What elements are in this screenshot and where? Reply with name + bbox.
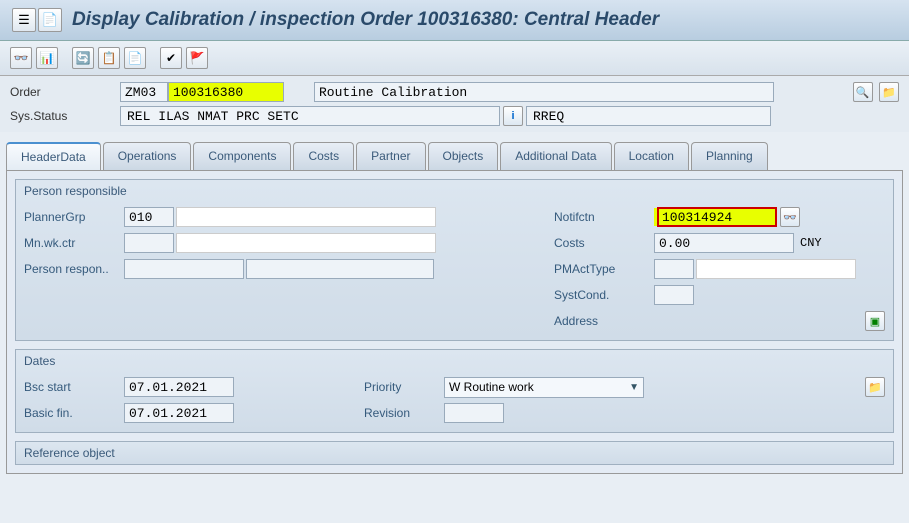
address-label: Address	[554, 314, 654, 328]
pmact-desc-redacted	[696, 259, 856, 279]
bscstart-field[interactable]	[124, 377, 234, 397]
mnwkctr-label: Mn.wk.ctr	[24, 236, 124, 250]
dates-folder-icon[interactable]: 📁	[865, 377, 885, 397]
tab-components[interactable]: Components	[193, 142, 291, 170]
priority-value: W Routine work	[449, 380, 534, 394]
notif-label: Notifctn	[554, 210, 654, 224]
mnwkctr-field[interactable]	[124, 233, 174, 253]
tab-objects[interactable]: Objects	[428, 142, 499, 170]
pmact-field[interactable]	[654, 259, 694, 279]
priority-select[interactable]: W Routine work ▼	[444, 377, 644, 398]
tab-partner[interactable]: Partner	[356, 142, 425, 170]
plannergrp-desc-redacted	[176, 207, 436, 227]
tab-strip: HeaderData Operations Components Costs P…	[0, 132, 909, 170]
priority-label: Priority	[364, 380, 444, 394]
tb-doc-icon[interactable]: 📄	[124, 47, 146, 69]
plannergrp-field[interactable]	[124, 207, 174, 227]
info-icon[interactable]: i	[503, 106, 523, 126]
group-person-responsible: Person responsible PlannerGrp Mn.wk.ctr …	[15, 179, 894, 341]
status1-field: REL ILAS NMAT PRC SETC	[120, 106, 500, 126]
order-label: Order	[10, 85, 120, 99]
folder-icon[interactable]: 📁	[879, 82, 899, 102]
status2-field	[526, 106, 771, 126]
bscstart-label: Bsc start	[24, 380, 124, 394]
basicfin-field[interactable]	[124, 403, 234, 423]
order-number-field[interactable]	[168, 82, 284, 102]
chevron-down-icon: ▼	[629, 382, 639, 393]
group-dates: Dates Bsc start Basic fin. Priority W Ro…	[15, 349, 894, 433]
costs-currency: CNY	[800, 236, 822, 250]
tb-display-icon[interactable]: 👓	[10, 47, 32, 69]
page-title: Display Calibration / inspection Order 1…	[72, 9, 659, 31]
address-create-icon[interactable]: ▣	[865, 311, 885, 331]
glasses-icon[interactable]: 👓	[780, 207, 800, 227]
doc-icon[interactable]: 📄	[38, 8, 62, 32]
group-title-person: Person responsible	[16, 180, 893, 202]
basicfin-label: Basic fin.	[24, 406, 124, 420]
status-label: Sys.Status	[10, 109, 120, 123]
menu-icon[interactable]: ☰	[12, 8, 36, 32]
mnwkctr-desc-redacted	[176, 233, 436, 253]
tb-refresh-icon[interactable]: 🔄	[72, 47, 94, 69]
tab-operations[interactable]: Operations	[103, 142, 192, 170]
plannergrp-label: PlannerGrp	[24, 210, 124, 224]
order-type-field[interactable]	[120, 82, 168, 102]
personresp-desc-field[interactable]	[246, 259, 434, 279]
personresp-label: Person respon..	[24, 262, 124, 276]
group-title-refobj: Reference object	[16, 442, 893, 464]
revision-label: Revision	[364, 406, 444, 420]
tab-costs[interactable]: Costs	[293, 142, 354, 170]
toolbar: 👓 📊 🔄 📋 📄 ✔ 🚩	[0, 41, 909, 76]
tab-location[interactable]: Location	[614, 142, 689, 170]
tab-planning[interactable]: Planning	[691, 142, 768, 170]
personresp-field[interactable]	[124, 259, 244, 279]
notif-field[interactable]	[657, 207, 777, 227]
group-reference-object: Reference object	[15, 441, 894, 465]
costs-field	[654, 233, 794, 253]
systcond-field[interactable]	[654, 285, 694, 305]
order-desc-field[interactable]	[314, 82, 774, 102]
group-title-dates: Dates	[16, 350, 893, 372]
tab-headerdata[interactable]: HeaderData	[6, 142, 101, 170]
costs-label: Costs	[554, 236, 654, 250]
systcond-label: SystCond.	[554, 288, 654, 302]
tab-additional[interactable]: Additional Data	[500, 142, 611, 170]
tb-check-icon[interactable]: ✔	[160, 47, 182, 69]
pmact-label: PMActType	[554, 262, 654, 276]
tb-graph-icon[interactable]: 📊	[36, 47, 58, 69]
tb-copy-icon[interactable]: 📋	[98, 47, 120, 69]
tb-flag-icon[interactable]: 🚩	[186, 47, 208, 69]
search-log-icon[interactable]: 🔍	[853, 82, 873, 102]
revision-field[interactable]	[444, 403, 504, 423]
